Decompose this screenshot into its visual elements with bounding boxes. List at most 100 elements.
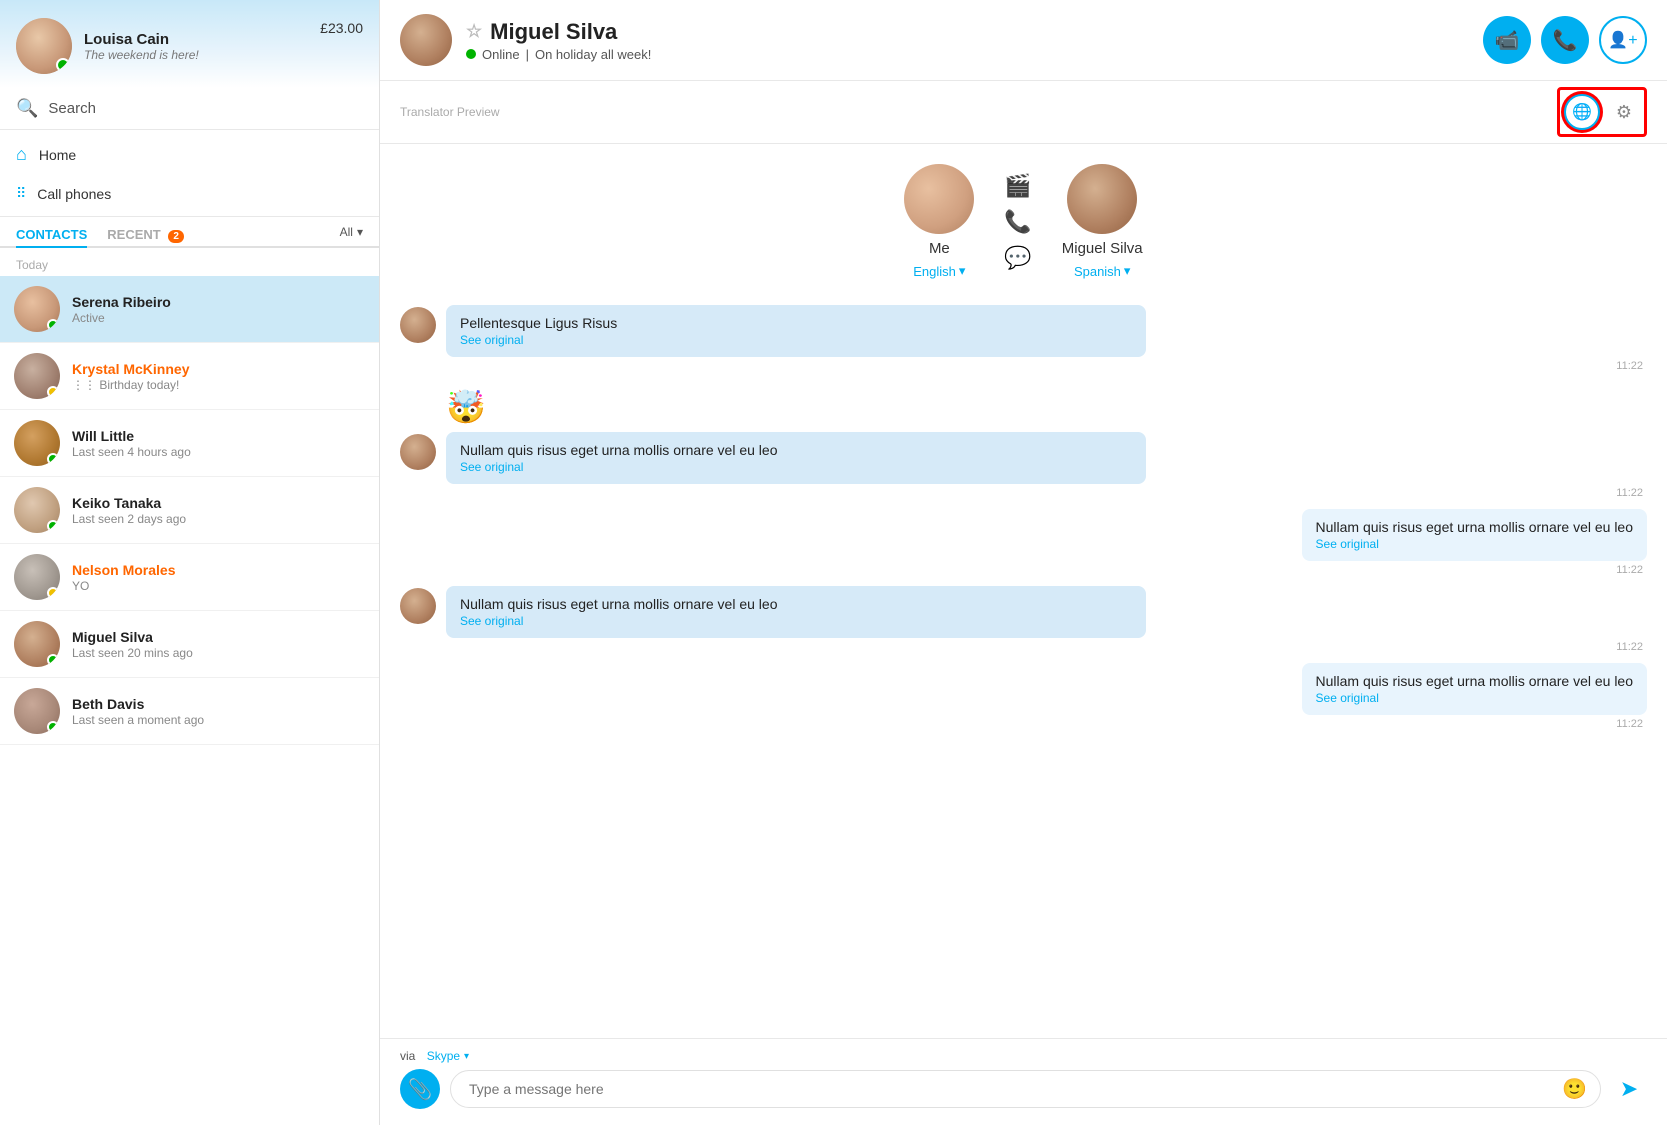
sidebar-item-label: Home — [39, 147, 76, 163]
online-dot — [47, 319, 59, 331]
phone-divider-icon: 📞 — [1004, 209, 1031, 235]
contact-name: Nelson Morales — [72, 562, 365, 578]
message-text: Nullam quis risus eget urna mollis ornar… — [1316, 519, 1633, 535]
see-original-link[interactable]: See original — [460, 460, 1132, 474]
message-bubble: Nullam quis risus eget urna mollis ornar… — [1302, 509, 1647, 561]
message-input[interactable] — [450, 1070, 1601, 1108]
table-row: 🤯 — [400, 382, 1647, 432]
list-item[interactable]: Keiko Tanaka Last seen 2 days ago — [0, 477, 379, 544]
chat-header-info: ☆ Miguel Silva Online | On holiday all w… — [466, 19, 1483, 62]
sidebar: Louisa Cain The weekend is here! £23.00 … — [0, 0, 380, 1125]
translator-divider-icons: 🎬 📞 💬 — [1004, 173, 1031, 271]
chevron-down-icon: ▾ — [959, 263, 966, 279]
contact-avatar-translator — [1067, 164, 1137, 234]
star-icon[interactable]: ☆ — [466, 21, 482, 42]
see-original-link[interactable]: See original — [460, 614, 1132, 628]
avatar — [14, 621, 60, 667]
search-bar[interactable]: 🔍 Search — [0, 88, 379, 130]
voice-call-button[interactable]: 📞 — [1541, 16, 1589, 64]
translator-label: Translator Preview — [400, 105, 1557, 119]
contact-status: YO — [72, 579, 365, 593]
avatar — [16, 18, 72, 74]
add-contact-button[interactable]: 👤+ — [1599, 16, 1647, 64]
see-original-link[interactable]: See original — [460, 333, 1132, 347]
gear-icon: ⚙ — [1616, 102, 1632, 123]
globe-icon: 🌐 — [1572, 102, 1592, 122]
contact-info: Beth Davis Last seen a moment ago — [72, 696, 365, 727]
chevron-down-icon: ▾ — [464, 1051, 469, 1062]
online-status-dot — [56, 58, 70, 72]
nav-items: ⌂ Home ⠿ Call phones — [0, 130, 379, 217]
list-item[interactable]: Krystal McKinney ⋮⋮ Birthday today! — [0, 343, 379, 410]
search-input[interactable]: Search — [48, 100, 363, 117]
message-avatar — [400, 307, 436, 343]
tab-recent[interactable]: RECENT 2 — [107, 223, 184, 248]
contact-name: Miguel Silva — [72, 629, 365, 645]
contact-status: Active — [72, 311, 365, 325]
list-item[interactable]: Nelson Morales YO — [0, 544, 379, 611]
chat-contact-name: ☆ Miguel Silva — [466, 19, 1483, 45]
me-language-selector[interactable]: English ▾ — [913, 263, 965, 279]
message-text: Nullam quis risus eget urna mollis ornar… — [460, 442, 1132, 458]
video-call-button[interactable]: 📹 — [1483, 16, 1531, 64]
online-dot — [47, 721, 59, 733]
contact-info: Will Little Last seen 4 hours ago — [72, 428, 365, 459]
table-row: Nullam quis risus eget urna mollis ornar… — [400, 509, 1647, 576]
online-dot — [47, 520, 59, 532]
contact-info: Miguel Silva Last seen 20 mins ago — [72, 629, 365, 660]
tab-contacts[interactable]: CONTACTS — [16, 223, 87, 248]
message-avatar — [400, 434, 436, 470]
avatar — [14, 554, 60, 600]
message-bubble: Nullam quis risus eget urna mollis ornar… — [446, 586, 1146, 638]
status-dot — [47, 386, 59, 398]
see-original-link[interactable]: See original — [1316, 691, 1633, 705]
list-item[interactable]: Will Little Last seen 4 hours ago — [0, 410, 379, 477]
sidebar-item-call-phones[interactable]: ⠿ Call phones — [0, 175, 379, 212]
contact-status: Last seen a moment ago — [72, 713, 365, 727]
attach-button[interactable]: 📎 — [400, 1069, 440, 1109]
add-person-icon: 👤+ — [1608, 30, 1637, 50]
list-item[interactable]: Beth Davis Last seen a moment ago — [0, 678, 379, 745]
tab-all-filter[interactable]: All ▾ — [340, 225, 363, 239]
status-dot — [47, 587, 59, 599]
message-bubble: Nullam quis risus eget urna mollis ornar… — [1302, 663, 1647, 715]
message-bubble-wrap: Nullam quis risus eget urna mollis ornar… — [446, 432, 1647, 499]
settings-button[interactable]: ⚙ — [1608, 96, 1640, 128]
translator-button[interactable]: 🌐 — [1564, 94, 1600, 130]
contact-name: Serena Ribeiro — [72, 294, 365, 310]
via-skype-label: via Skype ▾ — [400, 1049, 1647, 1063]
message-text: Nullam quis risus eget urna mollis ornar… — [460, 596, 1132, 612]
message-time: 11:22 — [446, 487, 1647, 499]
message-bubble-wrap: Pellentesque Ligus Risus See original 11… — [446, 305, 1647, 372]
message-time: 11:22 — [1616, 718, 1647, 730]
skype-link[interactable]: Skype — [427, 1049, 460, 1063]
send-button[interactable]: ➤ — [1611, 1071, 1647, 1107]
contact-language-selector[interactable]: Spanish ▾ — [1074, 263, 1131, 279]
online-dot — [47, 654, 59, 666]
contact-label: Miguel Silva — [1062, 240, 1143, 257]
message-time: 11:22 — [1616, 564, 1647, 576]
list-item[interactable]: Miguel Silva Last seen 20 mins ago — [0, 611, 379, 678]
contact-name: Krystal McKinney — [72, 361, 365, 377]
avatar — [14, 487, 60, 533]
emoji-button[interactable]: 🙂 — [1562, 1077, 1587, 1102]
message-input-row: 📎 🙂 ➤ — [400, 1069, 1647, 1109]
message-time: 11:22 — [446, 641, 1647, 653]
contact-status: Last seen 20 mins ago — [72, 646, 365, 660]
chat-divider-icon: 💬 — [1004, 245, 1031, 271]
see-original-link[interactable]: See original — [1316, 537, 1633, 551]
message-text: Nullam quis risus eget urna mollis ornar… — [1316, 673, 1633, 689]
translator-preview: Me English ▾ 🎬 📞 💬 Miguel Silva Spanish … — [380, 144, 1667, 295]
status-dot — [466, 49, 476, 59]
table-row: Pellentesque Ligus Risus See original 11… — [400, 305, 1647, 372]
table-row: Nullam quis risus eget urna mollis ornar… — [400, 663, 1647, 730]
chat-header: ☆ Miguel Silva Online | On holiday all w… — [380, 0, 1667, 81]
translator-me: Me English ▾ — [904, 164, 974, 279]
list-item[interactable]: Serena Ribeiro Active — [0, 276, 379, 343]
me-label: Me — [929, 240, 950, 257]
video-icon: 📹 — [1495, 28, 1520, 53]
chat-status: Online | On holiday all week! — [466, 47, 1483, 62]
emoji-message: 🤯 — [446, 389, 486, 425]
sidebar-item-home[interactable]: ⌂ Home — [0, 134, 379, 175]
contacts-list: Today Serena Ribeiro Active Krystal McKi… — [0, 248, 379, 1125]
